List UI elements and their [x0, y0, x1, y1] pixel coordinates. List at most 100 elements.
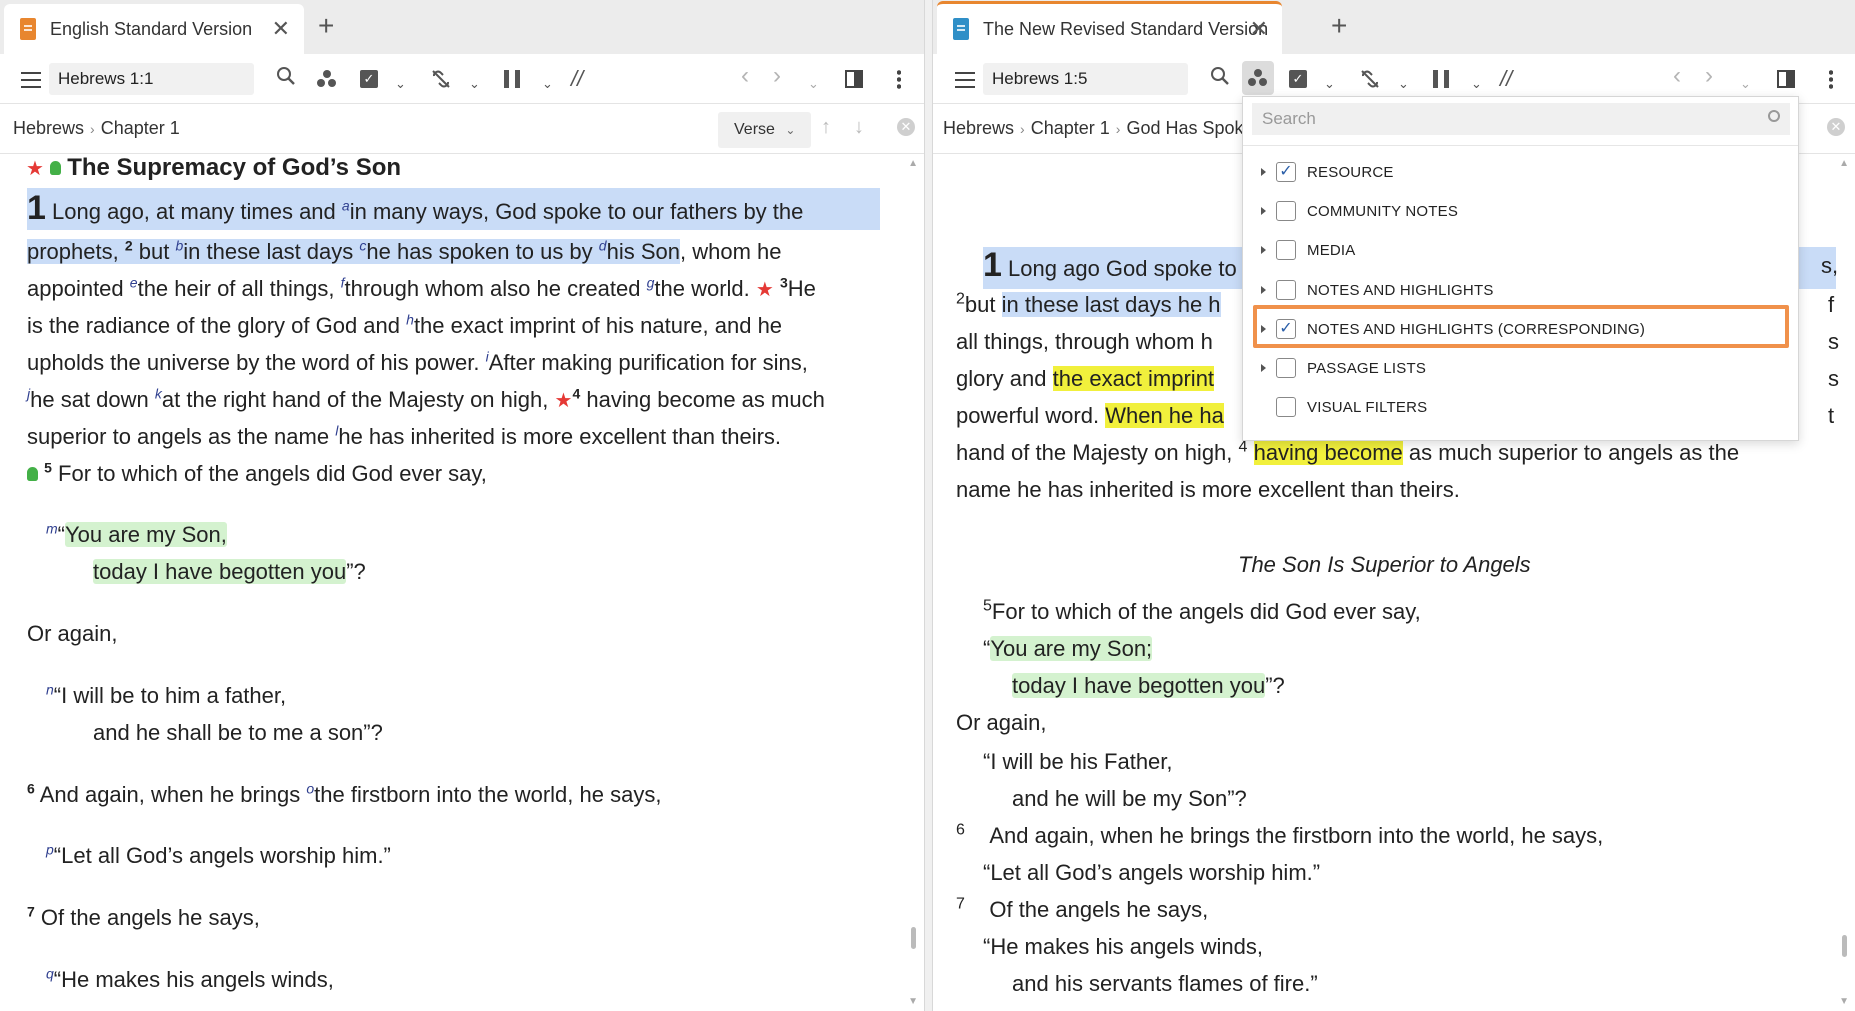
expand-caret-icon[interactable]: [1261, 207, 1266, 215]
left-scrollbar[interactable]: ▲ ▼: [904, 155, 924, 1011]
scroll-thumb[interactable]: [911, 927, 916, 949]
verse-3-line-b[interactable]: powerful word. When he ha: [956, 397, 1224, 434]
footnote-marker[interactable]: p: [46, 842, 54, 858]
scroll-up-icon[interactable]: ▲: [908, 158, 918, 169]
forward-arrow-icon[interactable]: ›: [773, 64, 781, 88]
resource-info-icon[interactable]: [317, 70, 337, 88]
visual-filter-icon[interactable]: ✓: [1289, 70, 1307, 88]
expand-caret-icon[interactable]: [1261, 286, 1266, 294]
dropdown-item-passage-lists[interactable]: PASSAGE LISTS: [1261, 355, 1426, 381]
dropdown-item-notes-highlights[interactable]: NOTES AND HIGHLIGHTS: [1261, 277, 1494, 303]
chevron-down-icon[interactable]: ⌄: [1471, 72, 1482, 96]
scroll-thumb[interactable]: [1842, 935, 1847, 957]
chevron-down-icon[interactable]: ⌄: [395, 72, 406, 96]
verse-3-line-c[interactable]: jhe sat down kat the right hand of the M…: [27, 381, 825, 420]
dropdown-item-media[interactable]: MEDIA: [1261, 237, 1356, 263]
verse-3-line[interactable]: glory and the exact imprint: [956, 360, 1215, 397]
breadcrumb-book[interactable]: Hebrews: [13, 118, 84, 139]
footnote-marker[interactable]: o: [306, 781, 314, 797]
chevron-down-icon[interactable]: ⌄: [1398, 72, 1409, 96]
checkbox[interactable]: [1276, 201, 1296, 221]
verse-2-line[interactable]: 2but in these last days he h: [956, 286, 1221, 323]
close-tab-icon[interactable]: ✕: [272, 16, 290, 42]
verse-2-line-b[interactable]: appointed ethe heir of all things, fthro…: [27, 270, 816, 309]
back-arrow-icon[interactable]: ‹: [741, 64, 749, 88]
quote-line[interactable]: p“Let all God’s angels worship him.”: [46, 837, 391, 874]
layout-columns-icon[interactable]: [1433, 70, 1449, 88]
footnote-marker[interactable]: k: [155, 386, 162, 402]
verse-5-line[interactable]: 5 For to which of the angels did God eve…: [27, 455, 487, 492]
paragraph-line[interactable]: Or again,: [956, 704, 1047, 741]
verse-3-line-b[interactable]: upholds the universe by the word of his …: [27, 344, 808, 381]
quote-line[interactable]: “Let all God’s angels worship him.”: [983, 854, 1320, 891]
quote-line[interactable]: “You are my Son;: [983, 630, 1153, 667]
pane-splitter[interactable]: [925, 0, 932, 1011]
chevron-down-icon[interactable]: ⌄: [542, 72, 553, 96]
quote-line[interactable]: and his servants flames of fire.”: [1012, 965, 1318, 1002]
right-scrollbar[interactable]: ▲ ▼: [1835, 155, 1855, 1011]
quote-line[interactable]: and he will be my Son”?: [1012, 780, 1247, 817]
verse-5-line[interactable]: 5For to which of the angels did God ever…: [983, 593, 1421, 630]
tab-nrsv[interactable]: The New Revised Standard Version ✕: [937, 1, 1282, 54]
verse-2-line[interactable]: prophets, 2 but bin these last days che …: [27, 233, 880, 270]
dropdown-search-input[interactable]: [1252, 103, 1790, 135]
quote-line[interactable]: today I have begotten you”?: [93, 553, 366, 590]
footnote-marker[interactable]: q: [46, 966, 54, 982]
expand-caret-icon[interactable]: [1261, 168, 1266, 176]
link-off-icon[interactable]: [430, 68, 452, 96]
scroll-up-icon[interactable]: ▲: [1839, 158, 1849, 169]
back-arrow-icon[interactable]: ‹: [1673, 64, 1681, 88]
checkbox-checked[interactable]: ✓: [1276, 162, 1296, 182]
quote-line[interactable]: and he shall be to me a son”?: [93, 714, 383, 751]
scroll-down-icon[interactable]: ▼: [1839, 996, 1849, 1007]
panel-toggle-icon[interactable]: [1777, 70, 1795, 88]
footnote-marker[interactable]: n: [46, 682, 54, 698]
star-icon[interactable]: ★: [555, 390, 573, 412]
verse-7-line[interactable]: 7 Of the angels he says,: [956, 891, 1208, 928]
add-tab-button[interactable]: +: [318, 10, 334, 42]
quote-line[interactable]: n“I will be to him a father,: [46, 677, 286, 714]
lightbulb-icon[interactable]: [50, 161, 62, 175]
quote-line[interactable]: “I will be his Father,: [983, 743, 1173, 780]
paragraph-line[interactable]: Or again,: [27, 615, 118, 652]
quote-line[interactable]: today I have begotten you”?: [1012, 667, 1285, 704]
visual-filter-icon[interactable]: ✓: [360, 70, 378, 88]
quote-line[interactable]: “He makes his angels winds,: [983, 928, 1263, 965]
breadcrumb-book[interactable]: Hebrews: [943, 118, 1014, 139]
reference-input[interactable]: [49, 63, 254, 95]
reference-input[interactable]: [983, 63, 1188, 95]
arrow-up-icon[interactable]: ↑: [821, 116, 831, 139]
verse-mode-dropdown[interactable]: Verse ⌄: [718, 112, 811, 148]
breadcrumb-chapter[interactable]: Chapter 1: [1031, 118, 1110, 139]
star-icon[interactable]: ★: [26, 158, 44, 180]
checkbox[interactable]: [1276, 280, 1296, 300]
footnote-marker[interactable]: h: [406, 312, 414, 328]
dropdown-item-resource[interactable]: ✓ RESOURCE: [1261, 159, 1394, 185]
expand-caret-icon[interactable]: [1261, 246, 1266, 254]
add-tab-button[interactable]: +: [1331, 10, 1347, 42]
verse-3-line[interactable]: is the radiance of the glory of God and …: [27, 307, 782, 344]
close-tab-icon[interactable]: ✕: [1250, 16, 1268, 42]
footnote-marker[interactable]: a: [342, 198, 350, 214]
search-icon[interactable]: [1210, 66, 1230, 86]
close-circle-icon[interactable]: ✕: [897, 118, 915, 136]
verse-4-line-b[interactable]: name he has inherited is more excellent …: [956, 471, 1460, 508]
resource-info-button[interactable]: [1242, 61, 1274, 95]
history-chevron-icon[interactable]: ⌄: [808, 72, 819, 96]
chevron-down-icon[interactable]: ⌄: [469, 72, 480, 96]
scroll-down-icon[interactable]: ▼: [908, 996, 918, 1007]
parallel-resources-icon[interactable]: //: [571, 67, 583, 91]
dropdown-item-community-notes[interactable]: COMMUNITY NOTES: [1261, 198, 1458, 224]
breadcrumb-section[interactable]: God Has Spok: [1126, 118, 1243, 139]
checkbox[interactable]: [1276, 397, 1296, 417]
chevron-down-icon[interactable]: ⌄: [1324, 72, 1335, 96]
verse-4-line[interactable]: superior to angels as the name lhe has i…: [27, 418, 781, 455]
parallel-resources-icon[interactable]: //: [1500, 67, 1512, 91]
verse-6-line[interactable]: 6 And again, when he brings the firstbor…: [956, 817, 1603, 854]
tab-esv[interactable]: English Standard Version ✕: [4, 4, 304, 54]
close-circle-icon[interactable]: ✕: [1827, 118, 1845, 136]
panel-toggle-icon[interactable]: [845, 70, 863, 88]
quote-line[interactable]: q“He makes his angels winds,: [46, 961, 334, 998]
checkbox[interactable]: [1276, 358, 1296, 378]
quote-line[interactable]: m“You are my Son,: [46, 516, 227, 553]
